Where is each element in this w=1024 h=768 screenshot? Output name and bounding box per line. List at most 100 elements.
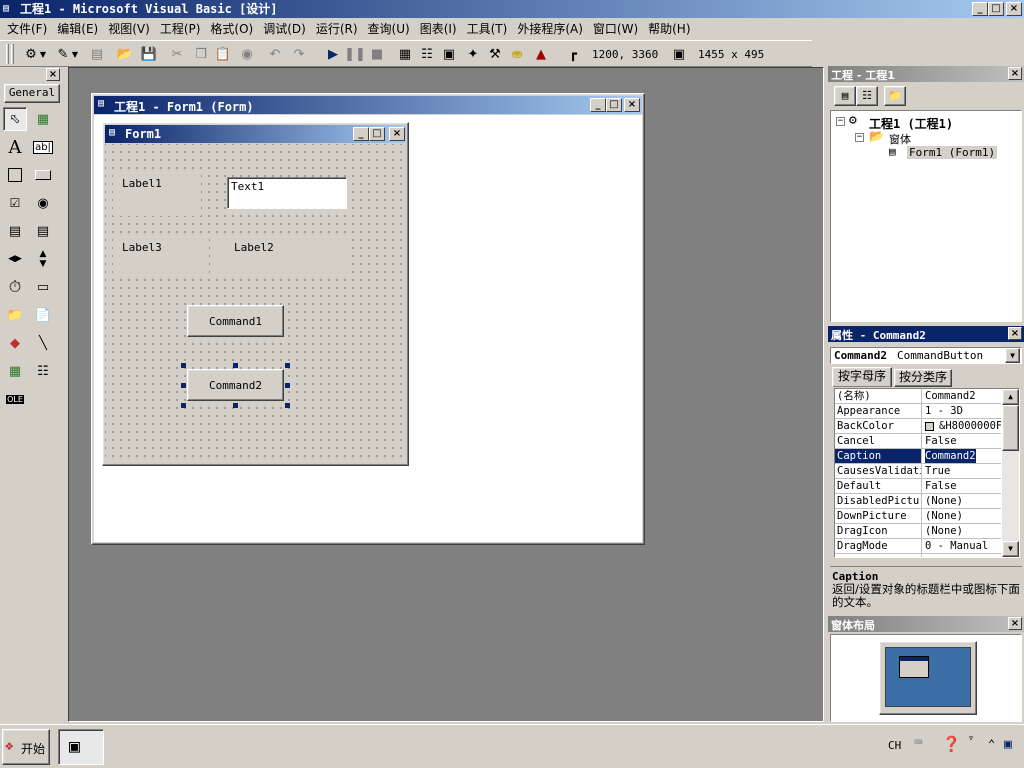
checkbox-tool[interactable]: ☑ [3, 191, 27, 215]
menu-item[interactable]: 外接程序(A) [512, 19, 588, 39]
form-preview[interactable] [899, 656, 929, 678]
object-selector[interactable]: Command2 CommandButton ▼ [830, 347, 1022, 364]
label-tool[interactable]: A [3, 135, 27, 159]
tree-collapse-icon[interactable]: − [836, 117, 845, 126]
ime-options-icon[interactable]: ▿ [968, 733, 974, 744]
property-value[interactable]: (None) [925, 524, 1001, 538]
properties-window-icon[interactable]: ☷ [416, 43, 438, 65]
form-layout-close-button[interactable]: × [1008, 617, 1022, 630]
visual-component-manager-icon[interactable]: ▲ [530, 43, 552, 65]
end-icon[interactable]: ■ [366, 43, 388, 65]
form1-client-area[interactable]: Label1 Text1 Label3 Label2 Command1 Comm… [105, 144, 406, 463]
chevron-down-icon[interactable]: ▼ [1005, 348, 1020, 363]
menu-item[interactable]: 查询(U) [363, 19, 415, 39]
redo-icon[interactable]: ↷ [288, 43, 310, 65]
tab-alphabetic[interactable]: 按字母序 [832, 367, 892, 387]
dropdown-arrow-icon[interactable]: ▼ [38, 43, 48, 65]
open-project-icon[interactable]: 📂 [114, 43, 136, 65]
keyboard-icon[interactable]: ⌨ [914, 735, 922, 751]
shape-tool[interactable]: ◆ [3, 331, 27, 355]
resize-handle-se[interactable] [285, 403, 290, 408]
timer-tool[interactable]: ⏱ [3, 275, 27, 299]
command2-button[interactable]: Command2 [187, 369, 284, 401]
toolbox-close-button[interactable]: × [46, 68, 60, 81]
menu-item[interactable]: 调试(D) [258, 19, 311, 39]
property-row[interactable]: DragIcon (None) [835, 524, 1001, 539]
pointer-tool[interactable]: ⬁ [3, 107, 27, 131]
start-button[interactable]: ❖ 开始 [2, 729, 50, 765]
listbox-tool[interactable]: ▤ [31, 219, 55, 243]
break-icon[interactable]: ❚❚ [344, 43, 366, 65]
resize-handle-s[interactable] [233, 403, 238, 408]
designer-close-button[interactable]: × [624, 98, 640, 112]
data-view-icon[interactable]: ⛂ [506, 43, 528, 65]
filelistbox-tool[interactable]: 📄 [31, 303, 55, 327]
view-object-icon[interactable]: ☷ [856, 86, 878, 106]
property-value[interactable]: True [925, 464, 1001, 478]
property-row[interactable]: DragMode 0 - Manual [835, 539, 1001, 554]
command1-button[interactable]: Command1 [187, 305, 284, 337]
property-value[interactable]: 1 - 3D [925, 404, 1001, 418]
text1-control[interactable]: Text1 [227, 177, 347, 209]
properties-close-button[interactable]: × [1008, 327, 1022, 340]
cut-icon[interactable]: ✂ [166, 43, 188, 65]
find-icon[interactable]: ◉ [236, 43, 258, 65]
undo-icon[interactable]: ↶ [264, 43, 286, 65]
combobox-tool[interactable]: ▤ [3, 219, 27, 243]
property-value[interactable]: (None) [925, 494, 1001, 508]
project-explorer-icon[interactable]: ▦ [394, 43, 416, 65]
line-tool[interactable]: ╲ [31, 331, 55, 355]
resize-handle-n[interactable] [233, 363, 238, 368]
image-tool[interactable]: ▦ [3, 359, 27, 383]
property-value[interactable]: Command2 [925, 449, 976, 463]
property-value[interactable]: (None) [925, 509, 1001, 523]
menu-item[interactable]: 格式(O) [205, 19, 258, 39]
optionbutton-tool[interactable]: ◉ [31, 191, 55, 215]
view-code-icon[interactable]: ▤ [834, 86, 856, 106]
language-indicator[interactable]: CH [888, 739, 901, 752]
property-row[interactable]: CausesValidati True [835, 464, 1001, 479]
property-row[interactable]: (名称) Command2 [835, 389, 1001, 404]
menu-item[interactable]: 运行(R) [311, 19, 363, 39]
paste-icon[interactable]: 📋 [212, 43, 234, 65]
property-row[interactable]: Caption Command2 [835, 449, 1001, 464]
resize-handle-w[interactable] [181, 383, 186, 388]
form1-window[interactable]: ▤ Form1 _ □ × Label1 Text1 Label3 Label2… [102, 122, 409, 466]
resize-handle-e[interactable] [285, 383, 290, 388]
tab-categorized[interactable]: 按分类序 [894, 369, 952, 387]
vscrollbar-tool[interactable]: ▲ ▼ [31, 247, 55, 271]
resize-handle-ne[interactable] [285, 363, 290, 368]
toolbox-tab-general[interactable]: General [4, 84, 60, 103]
close-button[interactable]: × [1006, 2, 1022, 16]
property-row[interactable]: BackColor&H8000000F& [835, 419, 1001, 434]
property-value[interactable]: 0 - Manual [925, 539, 1001, 553]
toggle-folders-icon[interactable]: 📁 [884, 86, 906, 106]
label2-control[interactable]: Label2 [215, 238, 351, 278]
property-row[interactable]: DisabledPictur (None) [835, 494, 1001, 509]
start-run-icon[interactable]: ▶ [322, 43, 344, 65]
commandbutton-tool[interactable] [31, 163, 55, 187]
property-value[interactable]: False [925, 479, 1001, 493]
data-tool[interactable]: ☷ [31, 359, 55, 383]
help-icon[interactable]: ❓ [942, 735, 961, 753]
minimize-button[interactable]: _ [972, 2, 988, 16]
picturebox-tool[interactable]: ▦ [31, 107, 55, 131]
property-row[interactable]: DownPicture (None) [835, 509, 1001, 524]
property-value[interactable]: Command2 [925, 389, 1001, 403]
property-scrollbar[interactable]: ▲ ▼ [1002, 389, 1019, 557]
resize-handle-sw[interactable] [181, 403, 186, 408]
hscrollbar-tool[interactable]: ◀▶ [3, 247, 27, 271]
resize-handle-nw[interactable] [181, 363, 186, 368]
dropdown-arrow-icon[interactable]: ▼ [70, 43, 80, 65]
tree-item-form1[interactable]: Form1 (Form1) [907, 146, 998, 159]
tray-expand-icon[interactable]: ⌃ [988, 737, 995, 751]
menu-item[interactable]: 工程(P) [155, 19, 206, 39]
menu-editor-icon[interactable]: ▤ [86, 43, 108, 65]
scroll-up-icon[interactable]: ▲ [1002, 389, 1019, 405]
drivelistbox-tool[interactable]: ▭ [31, 275, 55, 299]
menu-item[interactable]: 视图(V) [103, 19, 155, 39]
toolbox-icon[interactable]: ⚒ [484, 43, 506, 65]
label1-control[interactable]: Label1 [113, 174, 201, 216]
scroll-thumb[interactable] [1002, 405, 1019, 451]
menu-item[interactable]: 文件(F) [2, 19, 52, 39]
